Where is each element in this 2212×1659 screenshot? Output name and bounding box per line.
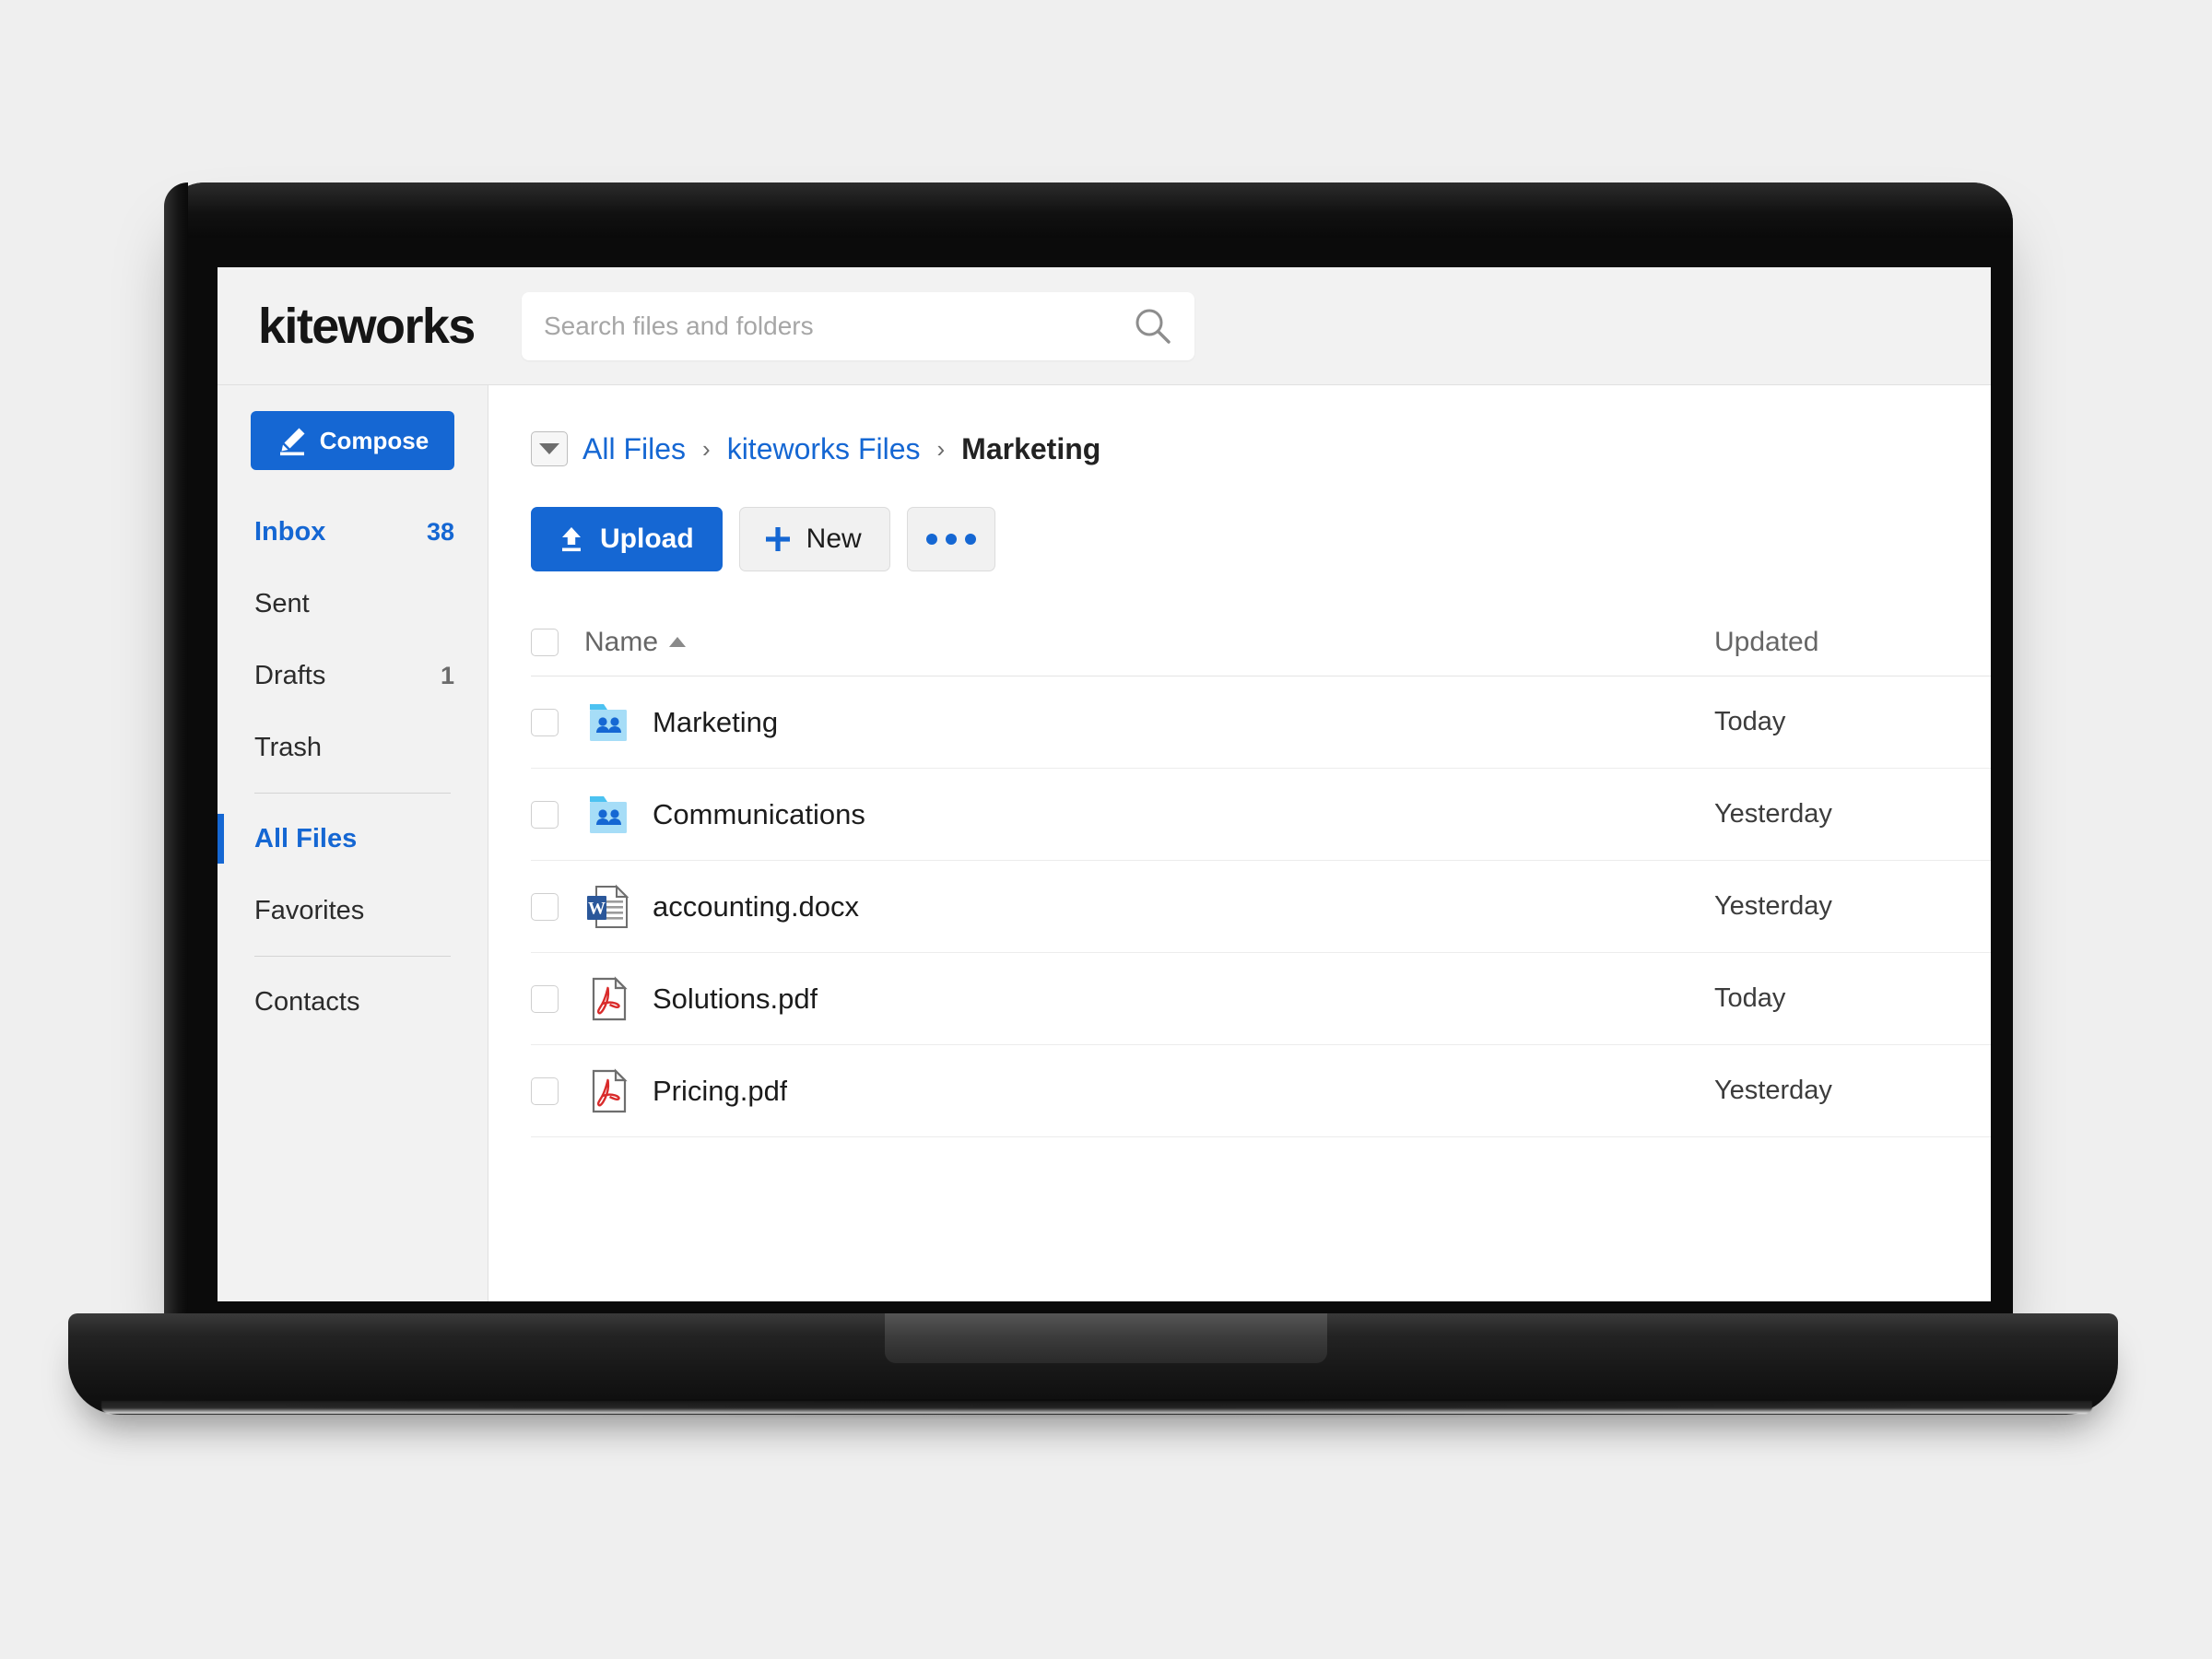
breadcrumb-link-kiteworks-files[interactable]: kiteworks Files: [727, 432, 921, 466]
row-checkbox[interactable]: [531, 1077, 559, 1105]
laptop-screen: kiteworks Search files and folders Compo…: [218, 267, 1991, 1301]
row-checkbox[interactable]: [531, 708, 559, 736]
sidebar-item-label: Sent: [254, 588, 310, 618]
row-updated: Yesterday: [1714, 799, 1832, 829]
file-table: Name Updated Marketing Today Communicati…: [531, 608, 1991, 1137]
table-row[interactable]: Marketing Today: [531, 677, 1991, 769]
row-name[interactable]: accounting.docx: [653, 890, 859, 924]
search-icon[interactable]: [1132, 305, 1174, 347]
row-updated: Today: [1714, 983, 1786, 1013]
table-header-row: Name Updated: [531, 608, 1991, 677]
table-row[interactable]: Communications Yesterday: [531, 769, 1991, 861]
sidebar: Compose Inbox 38 Sent Drafts 1 Trash All…: [218, 385, 488, 1301]
breadcrumb-current: Marketing: [961, 431, 1101, 465]
column-header-name-label: Name: [584, 626, 659, 657]
row-select-cell: [531, 800, 584, 829]
caret-up-icon: [669, 637, 687, 647]
row-name-cell: Solutions.pdf: [584, 975, 1714, 1023]
sidebar-group-contacts: Contacts: [218, 966, 488, 1038]
row-name[interactable]: Pricing.pdf: [653, 1075, 787, 1108]
select-all-cell: [531, 628, 584, 656]
word-doc-icon: W: [584, 883, 632, 931]
new-button-label: New: [806, 524, 862, 554]
column-header-updated[interactable]: Updated: [1714, 627, 1991, 658]
row-select-cell: [531, 984, 584, 1013]
compose-button-label: Compose: [319, 426, 429, 454]
breadcrumb: All Files › kiteworks Files › Marketing: [531, 424, 1991, 474]
sidebar-item-label: Inbox: [254, 516, 326, 547]
sidebar-item-count: 38: [426, 517, 454, 546]
table-row[interactable]: W accounting.docx Yesterday: [531, 861, 1991, 953]
chevron-down-icon[interactable]: [531, 431, 568, 466]
row-name-cell: Pricing.pdf: [584, 1067, 1714, 1115]
breadcrumb-separator: ›: [702, 434, 711, 463]
column-header-name[interactable]: Name: [584, 627, 1714, 658]
row-name-cell: Marketing: [584, 699, 1714, 747]
upload-button[interactable]: Upload: [531, 507, 723, 571]
sidebar-divider: [254, 956, 451, 957]
sidebar-item-label: Trash: [254, 732, 323, 762]
table-row[interactable]: Solutions.pdf Today: [531, 953, 1991, 1045]
breadcrumb-link-all-files[interactable]: All Files: [582, 432, 686, 466]
upload-icon: [556, 524, 587, 555]
sidebar-item-trash[interactable]: Trash: [218, 712, 488, 783]
sidebar-item-label: Drafts: [254, 660, 326, 690]
sidebar-divider: [254, 793, 451, 794]
upload-button-label: Upload: [600, 524, 694, 554]
row-checkbox[interactable]: [531, 800, 559, 829]
sidebar-item-label: Favorites: [254, 895, 365, 925]
row-name[interactable]: Communications: [653, 798, 865, 831]
brand-logo: kiteworks: [258, 298, 476, 354]
breadcrumb-separator: ›: [936, 434, 946, 463]
sidebar-item-label: All Files: [254, 823, 358, 853]
laptop-base-notch: [885, 1313, 1327, 1363]
ellipsis-icon: [925, 534, 976, 545]
sidebar-item-inbox[interactable]: Inbox 38: [218, 496, 488, 568]
select-all-checkbox[interactable]: [531, 628, 559, 656]
search-box[interactable]: [522, 291, 1194, 360]
new-button[interactable]: New: [738, 507, 890, 571]
row-name[interactable]: Marketing: [653, 706, 778, 739]
shared-folder-icon: [584, 791, 632, 839]
content-area: All Files › kiteworks Files › Marketing: [488, 385, 1991, 1301]
compose-button[interactable]: Compose: [251, 411, 454, 470]
row-select-cell: [531, 1077, 584, 1105]
sidebar-item-favorites[interactable]: Favorites: [218, 875, 488, 947]
toolbar: Upload New: [531, 507, 1991, 571]
row-select-cell: [531, 708, 584, 736]
row-name[interactable]: Solutions.pdf: [653, 982, 818, 1016]
sidebar-item-drafts[interactable]: Drafts 1: [218, 640, 488, 712]
app-body: Compose Inbox 38 Sent Drafts 1 Trash All…: [218, 385, 1991, 1301]
sidebar-item-count: 1: [440, 661, 454, 689]
row-name-cell: W accounting.docx: [584, 883, 1714, 931]
plus-icon: [762, 524, 794, 555]
row-select-cell: [531, 892, 584, 921]
row-updated: Yesterday: [1714, 891, 1832, 921]
sidebar-item-contacts[interactable]: Contacts: [218, 966, 488, 1038]
svg-text:W: W: [588, 899, 606, 918]
shared-folder-icon: [584, 699, 632, 747]
laptop-shadow: [111, 1399, 2083, 1419]
laptop-mockup: kiteworks Search files and folders Compo…: [0, 0, 2212, 1659]
pdf-icon: [584, 975, 632, 1023]
sidebar-group-files: All Files Favorites: [218, 803, 488, 947]
pencil-icon: [276, 425, 308, 456]
table-row[interactable]: Pricing.pdf Yesterday: [531, 1045, 1991, 1137]
row-name-cell: Communications: [584, 791, 1714, 839]
row-checkbox[interactable]: [531, 892, 559, 921]
sidebar-item-sent[interactable]: Sent: [218, 568, 488, 640]
more-options-button[interactable]: [906, 507, 995, 571]
sidebar-item-label: Contacts: [254, 986, 360, 1017]
sidebar-group-mail: Inbox 38 Sent Drafts 1 Trash: [218, 496, 488, 783]
row-checkbox[interactable]: [531, 984, 559, 1013]
row-updated: Yesterday: [1714, 1076, 1832, 1105]
row-updated: Today: [1714, 707, 1786, 736]
search-input[interactable]: [544, 311, 1132, 341]
app-header: kiteworks: [218, 267, 1991, 385]
pdf-icon: [584, 1067, 632, 1115]
sidebar-item-all-files[interactable]: All Files: [218, 803, 488, 875]
